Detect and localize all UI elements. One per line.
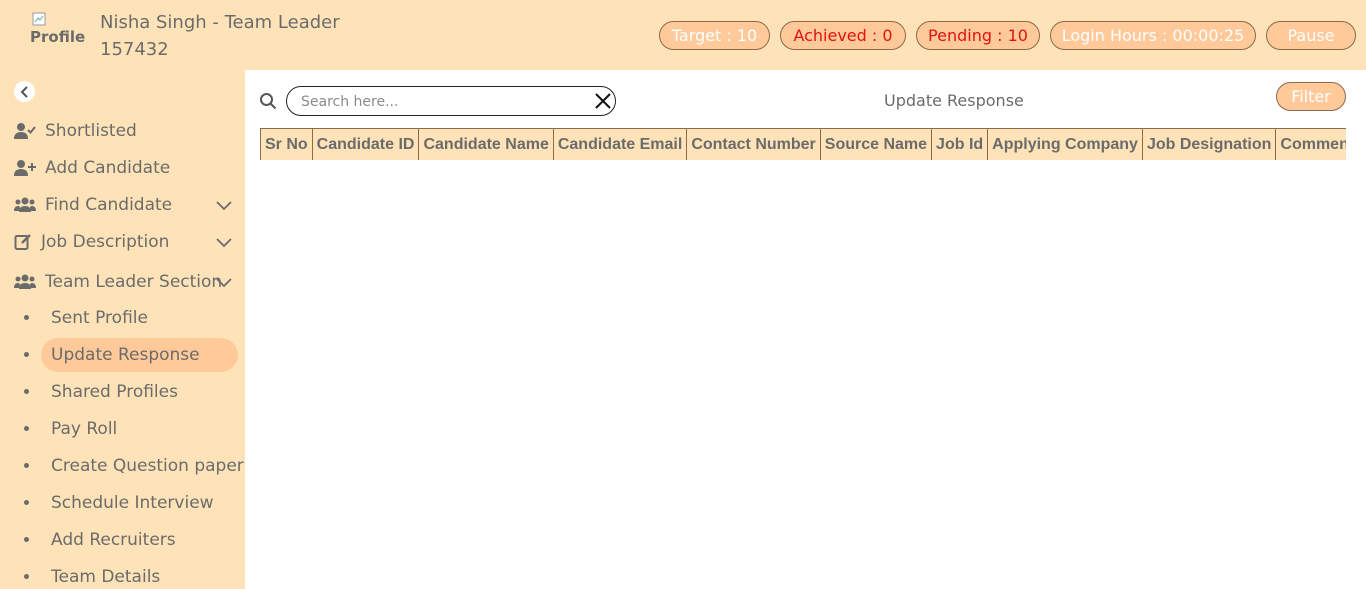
chevron-down-icon[interactable] bbox=[216, 201, 232, 211]
page-title: Update Response bbox=[884, 91, 1024, 110]
table-header-row: Sr No Candidate ID Candidate Name Candid… bbox=[260, 128, 1346, 160]
chevron-down-icon[interactable] bbox=[216, 238, 232, 248]
sidebar-subitem-add-recruiters[interactable]: Add Recruiters bbox=[0, 523, 245, 557]
column-header[interactable]: Candidate Email bbox=[552, 128, 688, 160]
bullet bbox=[24, 500, 29, 505]
sidebar-subitem-label: Schedule Interview bbox=[51, 493, 214, 513]
sidebar-subitem-shared-profiles[interactable]: Shared Profiles bbox=[0, 375, 245, 409]
edit-icon bbox=[14, 233, 32, 251]
login-hours-badge[interactable]: Login Hours : 00:00:25 bbox=[1050, 21, 1256, 50]
sidebar-subitem-create-question-paper[interactable]: Create Question paper bbox=[0, 449, 245, 483]
bullet bbox=[24, 463, 29, 468]
sidebar-item-add-candidate[interactable]: Add Candidate bbox=[14, 155, 170, 181]
bullet bbox=[24, 315, 29, 320]
top-header: Profile Nisha Singh - Team Leader 157432… bbox=[0, 0, 1366, 70]
collapse-sidebar-button[interactable] bbox=[14, 81, 35, 102]
sidebar-subitem-label: Shared Profiles bbox=[51, 382, 178, 402]
chevron-left-icon bbox=[20, 85, 28, 98]
sidebar-subitem-sent-profile[interactable]: Sent Profile bbox=[0, 301, 245, 335]
column-header[interactable]: Comments bbox=[1275, 128, 1346, 160]
target-badge[interactable]: Target : 10 bbox=[659, 21, 770, 50]
column-header[interactable]: Sr No bbox=[260, 128, 313, 160]
column-header[interactable]: Contact Number bbox=[686, 128, 821, 160]
users-icon bbox=[14, 196, 36, 214]
bullet bbox=[24, 352, 29, 357]
sidebar-subitem-update-response[interactable]: Update Response bbox=[0, 338, 245, 372]
bullet bbox=[24, 574, 29, 579]
users-icon bbox=[14, 273, 36, 291]
sidebar-item-team-leader-section[interactable]: Team Leader Section bbox=[14, 269, 222, 295]
pause-button[interactable]: Pause bbox=[1266, 21, 1356, 50]
responses-table: Sr No Candidate ID Candidate Name Candid… bbox=[260, 128, 1346, 160]
search-input[interactable] bbox=[301, 92, 581, 112]
sidebar-subitem-label: Add Recruiters bbox=[51, 530, 176, 550]
sidebar-item-label: Add Candidate bbox=[45, 158, 171, 178]
sidebar-item-find-candidate[interactable]: Find Candidate bbox=[14, 192, 172, 218]
user-id: 157432 bbox=[100, 39, 169, 60]
sidebar-item-label: Job Description bbox=[41, 232, 170, 252]
sidebar-subitem-label: Update Response bbox=[51, 345, 200, 365]
close-icon[interactable] bbox=[594, 92, 612, 110]
column-header[interactable]: Candidate Name bbox=[418, 128, 554, 160]
user-name: Nisha Singh - Team Leader bbox=[100, 12, 340, 33]
pending-badge[interactable]: Pending : 10 bbox=[916, 21, 1040, 50]
avatar-alt-text: Profile bbox=[30, 28, 86, 46]
achieved-badge[interactable]: Achieved : 0 bbox=[780, 21, 906, 50]
user-check-icon bbox=[14, 122, 36, 140]
sidebar: Shortlisted Add Candidate Find Candidate bbox=[0, 70, 245, 589]
broken-image-icon bbox=[32, 12, 46, 26]
filter-button[interactable]: Filter bbox=[1276, 82, 1346, 111]
sidebar-item-label: Shortlisted bbox=[45, 121, 137, 141]
sidebar-subitem-label: Create Question paper bbox=[51, 456, 244, 476]
column-header[interactable]: Candidate ID bbox=[311, 128, 420, 160]
sidebar-item-job-description[interactable]: Job Description bbox=[14, 229, 169, 255]
sidebar-item-shortlisted[interactable]: Shortlisted bbox=[14, 118, 137, 144]
chevron-down-icon[interactable] bbox=[216, 278, 232, 288]
column-header[interactable]: Source Name bbox=[819, 128, 933, 160]
sidebar-subitem-team-details[interactable]: Team Details bbox=[0, 560, 245, 589]
sidebar-subitem-label: Pay Roll bbox=[51, 419, 118, 439]
search-field[interactable] bbox=[286, 86, 616, 116]
sidebar-subitem-label: Team Details bbox=[51, 567, 161, 587]
sidebar-subitem-schedule-interview[interactable]: Schedule Interview bbox=[0, 486, 245, 520]
column-header[interactable]: Applying Company bbox=[987, 128, 1143, 160]
bullet bbox=[24, 389, 29, 394]
sidebar-subitem-pay-roll[interactable]: Pay Roll bbox=[0, 412, 245, 446]
search-icon[interactable] bbox=[259, 92, 277, 110]
column-header[interactable]: Job Designation bbox=[1141, 128, 1277, 160]
sidebar-item-label: Team Leader Section bbox=[45, 272, 223, 292]
sidebar-item-label: Find Candidate bbox=[45, 195, 173, 215]
user-plus-icon bbox=[14, 159, 36, 177]
bullet bbox=[24, 426, 29, 431]
bullet bbox=[24, 537, 29, 542]
column-header[interactable]: Job Id bbox=[931, 128, 989, 160]
sidebar-subitem-label: Sent Profile bbox=[51, 308, 148, 328]
avatar[interactable]: Profile bbox=[30, 12, 86, 52]
